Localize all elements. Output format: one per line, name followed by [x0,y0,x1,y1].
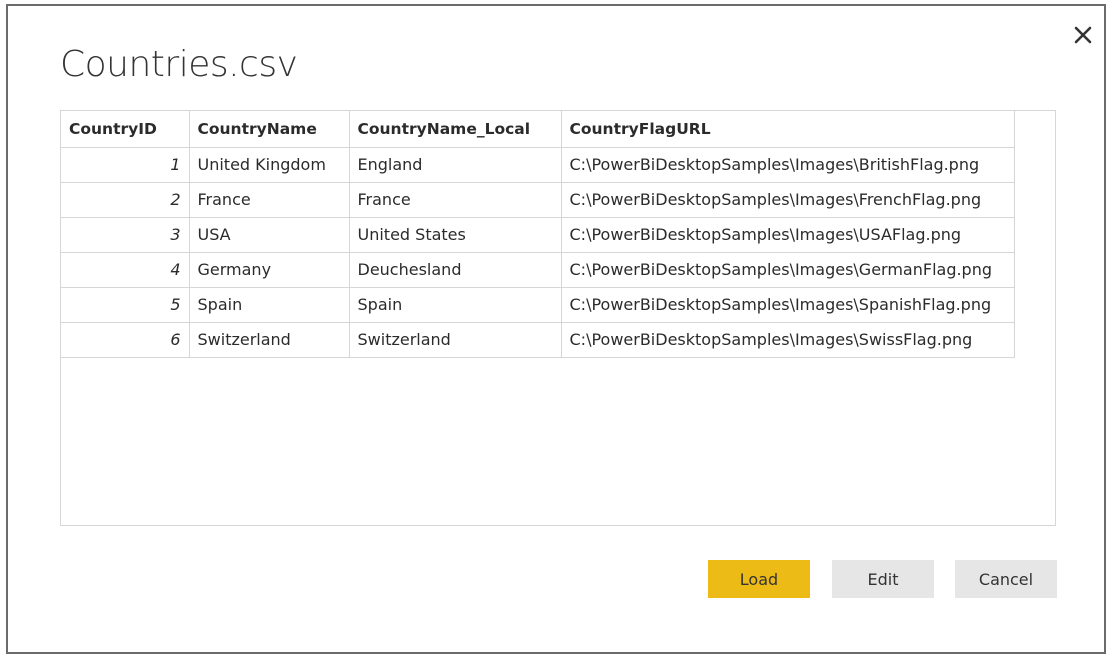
column-header-countryid[interactable]: CountryID [61,111,190,148]
table-row: 3 USA United States C:\PowerBiDesktopSam… [61,217,1015,253]
cell-countryid: 2 [61,182,190,218]
column-header-countryflagurl[interactable]: CountryFlagURL [561,111,1015,148]
column-header-countryname[interactable]: CountryName [189,111,350,148]
close-button[interactable] [1070,22,1096,48]
cell-countryname-local: Deuchesland [349,252,562,288]
table-row: 6 Switzerland Switzerland C:\PowerBiDesk… [61,322,1015,358]
cell-countryid: 4 [61,252,190,288]
cell-countryflagurl: C:\PowerBiDesktopSamples\Images\SwissFla… [561,322,1015,358]
cell-countryname: France [189,182,350,218]
cell-countryname-local: France [349,182,562,218]
cell-countryflagurl: C:\PowerBiDesktopSamples\Images\SpanishF… [561,287,1015,323]
cell-countryname-local: Switzerland [349,322,562,358]
cell-countryname-local: Spain [349,287,562,323]
column-header-countryname-local[interactable]: CountryName_Local [349,111,562,148]
cell-countryid: 3 [61,217,190,253]
cell-countryflagurl: C:\PowerBiDesktopSamples\Images\USAFlag.… [561,217,1015,253]
cell-countryflagurl: C:\PowerBiDesktopSamples\Images\GermanFl… [561,252,1015,288]
table-row: 4 Germany Deuchesland C:\PowerBiDesktopS… [61,252,1015,288]
cell-countryname: United Kingdom [189,147,350,183]
table-row: 2 France France C:\PowerBiDesktopSamples… [61,182,1015,218]
data-preview-pane[interactable]: CountryID CountryName CountryName_Local … [60,110,1056,526]
cell-countryname-local: United States [349,217,562,253]
cell-countryname: USA [189,217,350,253]
cell-countryflagurl: C:\PowerBiDesktopSamples\Images\FrenchFl… [561,182,1015,218]
cell-countryid: 5 [61,287,190,323]
cell-countryname: Germany [189,252,350,288]
cell-countryname-local: England [349,147,562,183]
table-row: 1 United Kingdom England C:\PowerBiDeskt… [61,147,1015,183]
cell-countryflagurl: C:\PowerBiDesktopSamples\Images\BritishF… [561,147,1015,183]
data-preview-table: CountryID CountryName CountryName_Local … [61,111,1015,358]
navigator-dialog: Countries.csv CountryID CountryName Coun… [6,4,1106,654]
cell-countryname: Switzerland [189,322,350,358]
close-icon [1074,26,1092,44]
cell-countryname: Spain [189,287,350,323]
cancel-button[interactable]: Cancel [955,560,1057,598]
cell-countryid: 6 [61,322,190,358]
edit-button[interactable]: Edit [832,560,934,598]
dialog-title: Countries.csv [60,44,298,85]
table-header-row: CountryID CountryName CountryName_Local … [61,111,1015,148]
table-row: 5 Spain Spain C:\PowerBiDesktopSamples\I… [61,287,1015,323]
load-button[interactable]: Load [708,560,810,598]
cell-countryid: 1 [61,147,190,183]
